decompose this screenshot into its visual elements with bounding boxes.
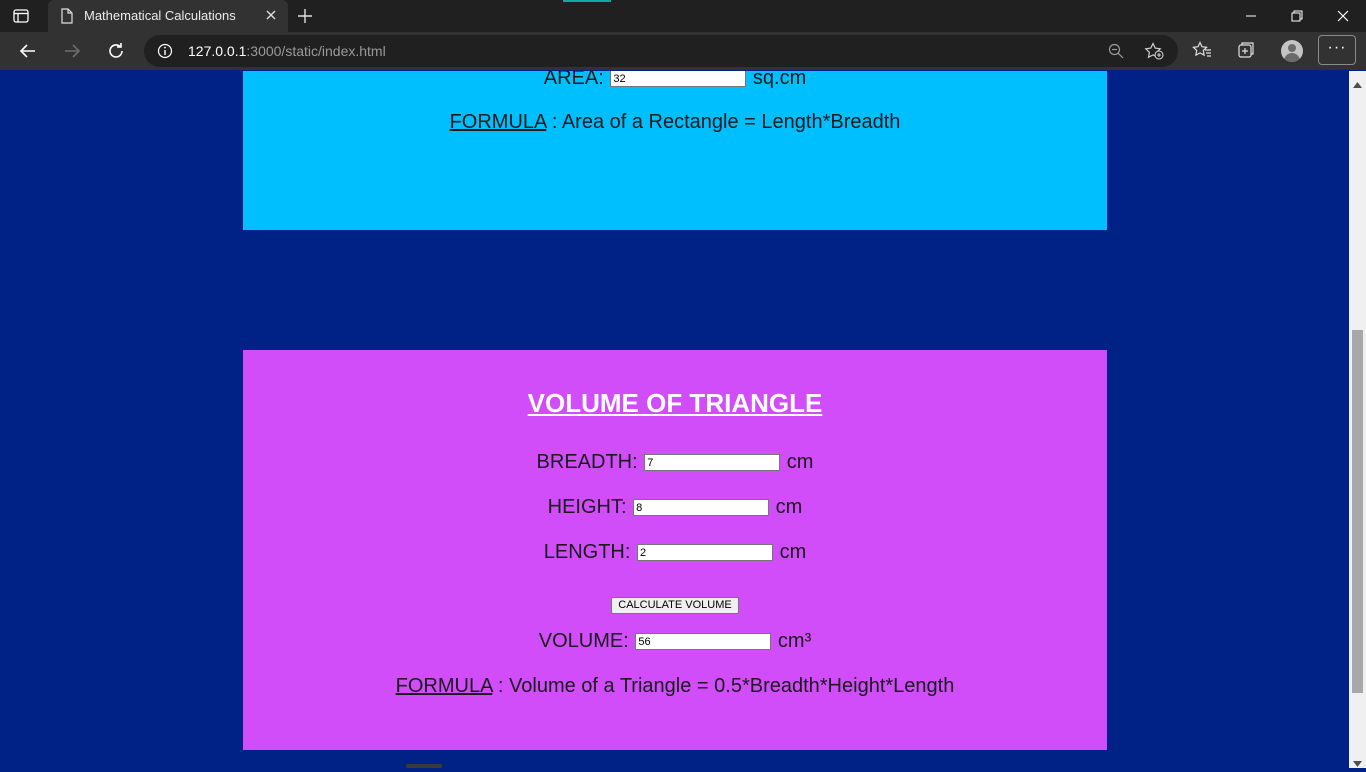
horizontal-scroll-indicator [406, 764, 442, 768]
height-unit: cm [775, 496, 803, 518]
favorites-icon[interactable] [1192, 41, 1212, 64]
height-row: HEIGHT: cm [243, 496, 1107, 519]
add-favorite-icon[interactable] [1144, 42, 1164, 65]
tab-strip-indicator [563, 0, 611, 2]
back-button[interactable] [10, 32, 46, 70]
area-panel: AREA: sq.cm FORMULA : Area of a Rectangl… [243, 71, 1107, 230]
calculate-volume-button[interactable]: CALCULATE VOLUME [611, 596, 739, 614]
length-label: LENGTH: [543, 541, 631, 563]
document-icon [60, 8, 74, 29]
browser-tab[interactable]: Mathematical Calculations [48, 0, 288, 32]
page-viewport: AREA: sq.cm FORMULA : Area of a Rectangl… [0, 71, 1349, 768]
length-unit: cm [779, 541, 807, 563]
volume-unit: cm³ [777, 630, 812, 652]
volume-label: VOLUME: [538, 630, 629, 652]
volume-formula: FORMULA : Volume of a Triangle = 0.5*Bre… [243, 675, 1107, 698]
volume-output[interactable] [635, 633, 772, 651]
profile-avatar[interactable] [1281, 40, 1303, 62]
close-window-button[interactable] [1320, 0, 1366, 32]
area-row: AREA: sq.cm [243, 71, 1107, 90]
area-formula: FORMULA : Area of a Rectangle = Length*B… [243, 111, 1107, 134]
formula-text: : Area of a Rectangle = Length*Breadth [546, 111, 901, 133]
refresh-button[interactable] [98, 32, 134, 70]
scroll-down-arrow-icon[interactable] [1353, 754, 1362, 772]
area-unit: sq.cm [752, 71, 807, 89]
area-output[interactable] [610, 71, 747, 88]
volume-row: VOLUME: cm³ [243, 630, 1107, 653]
zoom-out-icon[interactable] [1108, 43, 1124, 64]
tab-actions-icon[interactable] [12, 7, 34, 25]
height-label: HEIGHT: [547, 496, 627, 518]
restore-button[interactable] [1274, 0, 1320, 32]
close-tab-icon[interactable] [264, 8, 278, 27]
formula-link[interactable]: FORMULA [450, 111, 547, 133]
calculate-row: CALCULATE VOLUME [243, 591, 1107, 614]
new-tab-icon[interactable] [296, 7, 314, 30]
formula-link[interactable]: FORMULA [396, 675, 493, 697]
vertical-scrollbar[interactable] [1349, 71, 1366, 768]
collections-icon[interactable] [1236, 41, 1256, 64]
scroll-up-arrow-icon[interactable] [1353, 75, 1362, 93]
forward-button[interactable] [54, 32, 90, 70]
browser-toolbar: 127.0.0.1:3000/static/index.html ··· [0, 32, 1366, 70]
minimize-button[interactable] [1228, 0, 1274, 32]
height-input[interactable] [633, 499, 770, 517]
address-bar[interactable]: 127.0.0.1:3000/static/index.html [144, 35, 1178, 67]
length-row: LENGTH: cm [243, 541, 1107, 564]
volume-panel: VOLUME OF TRIANGLE BREADTH: cm HEIGHT: c… [243, 350, 1107, 750]
url-text[interactable]: 127.0.0.1:3000/static/index.html [188, 43, 386, 59]
breadth-unit: cm [786, 451, 814, 473]
more-menu-button[interactable]: ··· [1318, 35, 1356, 65]
formula-text: : Volume of a Triangle = 0.5*Breadth*Hei… [492, 675, 955, 697]
breadth-input[interactable] [644, 454, 781, 472]
volume-title: VOLUME OF TRIANGLE [527, 388, 823, 418]
area-label: AREA: [543, 71, 604, 89]
info-icon[interactable] [157, 43, 173, 64]
breadth-row: BREADTH: cm [243, 451, 1107, 474]
length-input[interactable] [637, 544, 773, 562]
tab-title: Mathematical Calculations [84, 8, 236, 23]
scrollbar-thumb[interactable] [1352, 330, 1363, 693]
breadth-label: BREADTH: [536, 451, 638, 473]
title-bar: Mathematical Calculations [0, 0, 1366, 32]
